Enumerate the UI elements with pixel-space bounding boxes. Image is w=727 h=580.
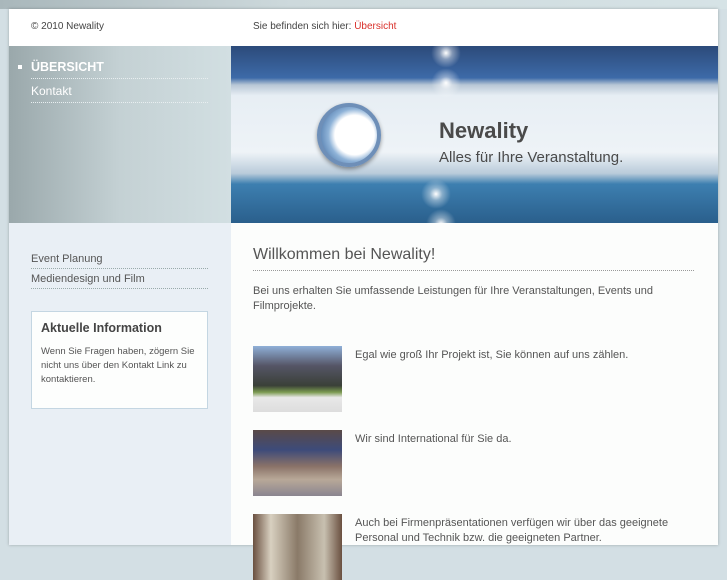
row-text: Wir sind International für Sie da.	[355, 433, 512, 445]
moon-logo-icon	[317, 103, 381, 167]
breadcrumb-label: Sie befinden sich hier:	[253, 21, 352, 32]
page: © 2010 Newality Sie befinden sich hier: …	[9, 9, 718, 580]
nav-label: ÜBERSICHT	[31, 60, 104, 74]
venue-photo	[253, 430, 342, 496]
info-text: Wenn Sie Fragen haben, zögern Sie nicht …	[41, 346, 195, 385]
copyright: © 2010 Newality	[31, 21, 104, 32]
nav-item-kontakt[interactable]: Kontakt	[31, 84, 208, 103]
subnav-mediendesign[interactable]: Mediendesign und Film	[31, 273, 208, 289]
header: © 2010 Newality Sie befinden sich hier: …	[9, 9, 718, 46]
bullet-icon	[18, 65, 22, 69]
intro-text: Bei uns erhalten Sie umfassende Leistung…	[253, 285, 653, 312]
light-glow	[421, 179, 451, 209]
page-title: Willkommen bei Newality!	[253, 246, 694, 271]
banner-subtitle: Alles für Ihre Veranstaltung.	[439, 149, 624, 166]
nav-item-uebersicht[interactable]: ÜBERSICHT	[18, 60, 208, 79]
banner: Newality Alles für Ihre Veranstaltung.	[231, 46, 718, 223]
banner-title: Newality	[439, 118, 529, 143]
top-strip	[0, 0, 727, 9]
info-box: Aktuelle Information Wenn Sie Fragen hab…	[31, 311, 208, 409]
stage-photo	[253, 346, 342, 412]
light-glow	[431, 68, 461, 98]
row-text: Egal wie groß Ihr Projekt ist, Sie könne…	[355, 349, 629, 361]
nav-label: Kontakt	[31, 84, 72, 98]
light-glow	[431, 46, 461, 68]
hall-photo	[253, 514, 342, 580]
breadcrumb-current[interactable]: Übersicht	[354, 21, 396, 32]
light-glow	[426, 209, 456, 223]
sidebar: Event Planung Mediendesign und Film Aktu…	[9, 223, 231, 545]
subnav-event-planung[interactable]: Event Planung	[31, 253, 208, 269]
info-title: Aktuelle Information	[41, 321, 162, 335]
breadcrumb: Sie befinden sich hier: Übersicht	[253, 21, 396, 32]
main-nav: ÜBERSICHT Kontakt	[9, 46, 231, 223]
row-text: Auch bei Firmenpräsentationen verfügen w…	[355, 517, 669, 544]
